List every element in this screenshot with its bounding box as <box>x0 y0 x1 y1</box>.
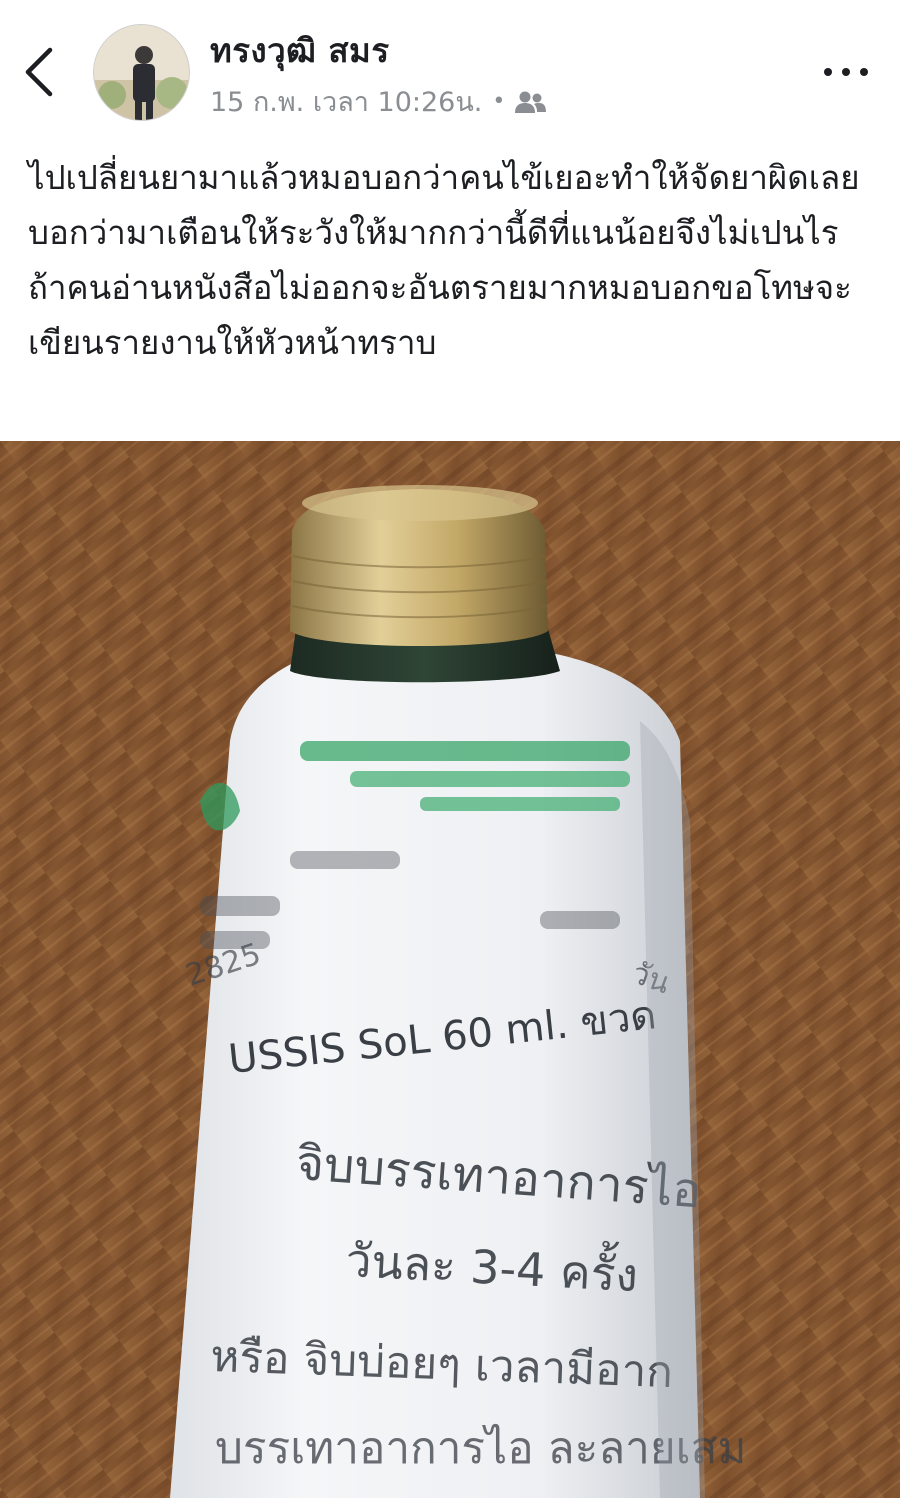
medicine-bottle-photo: 2825 วัน USSIS SoL 60 ml. ขวด จิบบรรเทาอ… <box>0 441 900 1498</box>
friends-icon[interactable] <box>513 90 547 114</box>
back-button[interactable] <box>14 40 64 104</box>
meta-separator: • <box>492 89 506 114</box>
more-dot <box>842 68 850 76</box>
post-meta: 15 ก.พ. เวลา 10:26น. • <box>210 80 547 123</box>
avatar-image <box>94 25 189 120</box>
more-options-button[interactable] <box>824 52 868 92</box>
post-text: ไปเปลี่ยนยามาแล้วหมอบอกว่าคนไข้เยอะทำให้… <box>28 158 860 362</box>
avatar[interactable] <box>93 24 190 121</box>
more-dot <box>824 68 832 76</box>
author-name[interactable]: ทรงวุฒิ สมร <box>210 24 390 77</box>
post-photo[interactable]: 2825 วัน USSIS SoL 60 ml. ขวด จิบบรรเทาอ… <box>0 441 900 1498</box>
chevron-left-icon <box>25 47 53 97</box>
cap-top <box>302 485 538 521</box>
post-view: ทรงวุฒิ สมร 15 ก.พ. เวลา 10:26น. • ไปเปล… <box>0 0 900 1498</box>
post-timestamp[interactable]: 15 ก.พ. เวลา 10:26น. <box>210 80 482 123</box>
more-dot <box>860 68 868 76</box>
post-header: ทรงวุฒิ สมร 15 ก.พ. เวลา 10:26น. • <box>0 0 900 130</box>
